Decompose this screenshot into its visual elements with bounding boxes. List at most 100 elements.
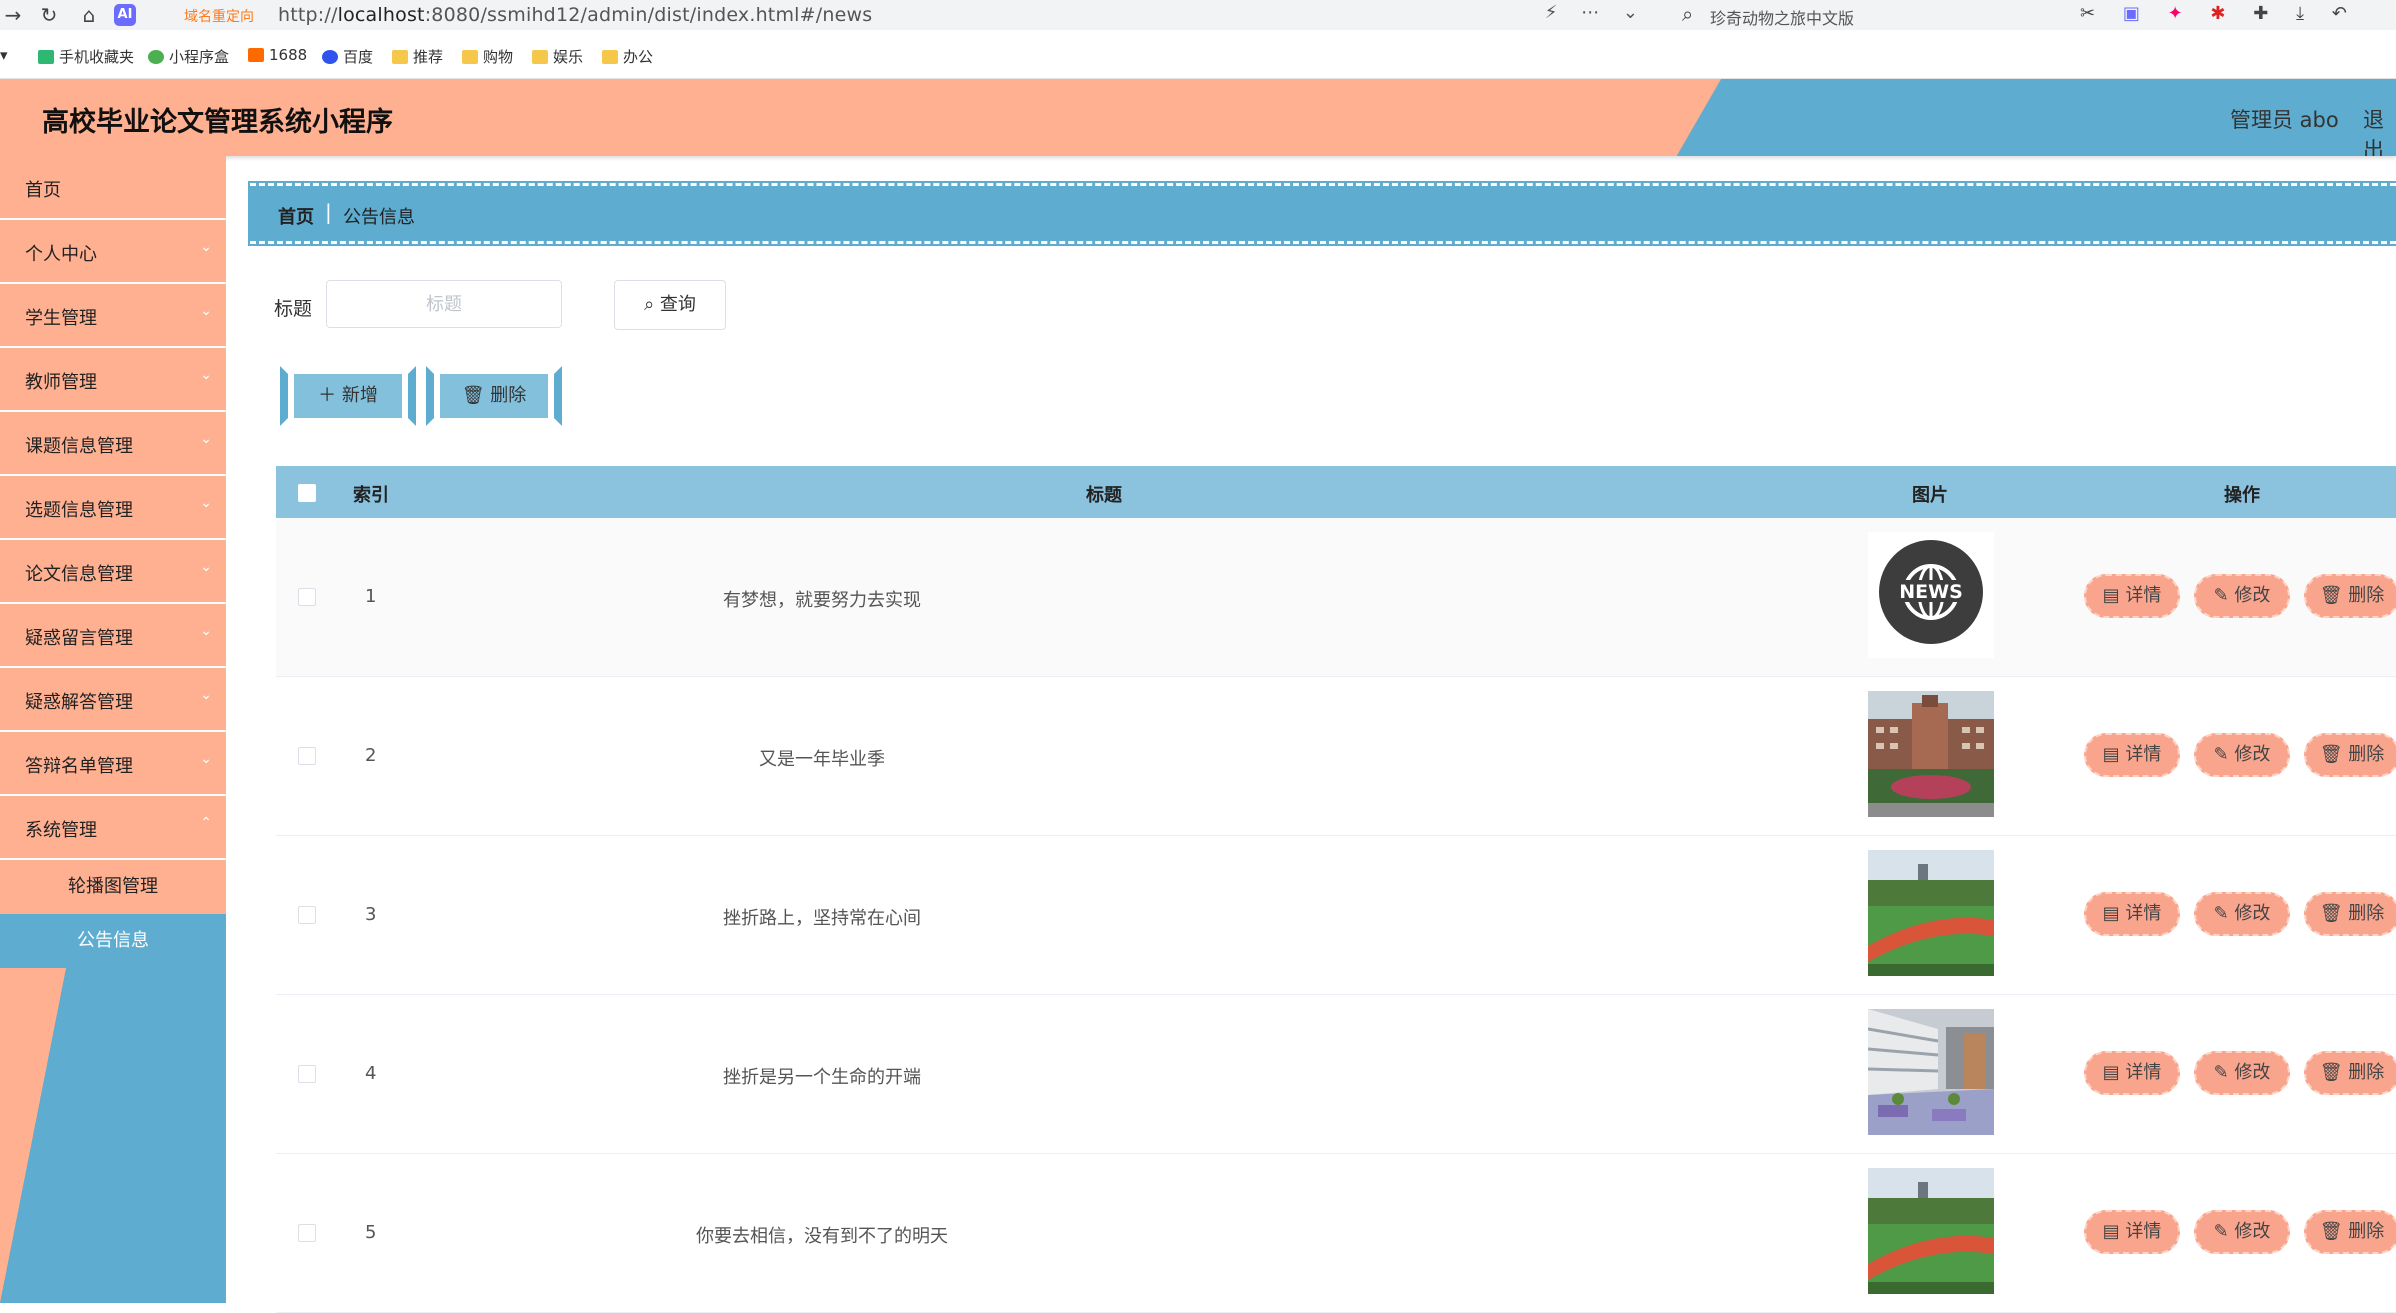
bookmark-baidu[interactable]: 百度 <box>322 46 373 67</box>
header-index: 索引 <box>353 485 389 506</box>
bookmark-folder-office[interactable]: 办公 <box>602 46 653 67</box>
edit-button[interactable]: ✎ 修改 <box>2194 733 2290 777</box>
puzzle-icon[interactable]: ✚ <box>2253 3 2268 24</box>
sidebar-item-system[interactable]: 系统管理 ⌃ <box>0 796 226 860</box>
folder-icon <box>392 50 408 64</box>
sidebar-item-profile[interactable]: 个人中心 ⌄ <box>0 220 226 284</box>
browser-search-box[interactable]: ⌕ 珍奇动物之旅中文版 <box>1672 0 2068 30</box>
more-icon[interactable]: ⋯ <box>1581 2 1599 23</box>
edit-icon: ✎ <box>2213 903 2235 924</box>
bookmark-phone[interactable]: 手机收藏夹 <box>38 46 134 67</box>
delete-button[interactable]: 🗑 删除 <box>2304 574 2396 618</box>
chevron-down-icon: ⌄ <box>200 367 212 383</box>
bookmark-folder-recommend[interactable]: 推荐 <box>392 46 443 67</box>
sidebar-item-topics[interactable]: 课题信息管理 ⌄ <box>0 412 226 476</box>
address-bar[interactable]: 域名重定向 http://localhost:8080/ssmihd12/adm… <box>166 0 1652 30</box>
browser-toolbar: → ↻ ⌂ AI 域名重定向 http://localhost:8080/ssm… <box>0 0 2396 31</box>
title-search-input[interactable] <box>326 280 562 328</box>
table-header: 索引 标题 图片 操作 <box>276 466 2396 518</box>
sports-field-photo <box>1868 1168 1994 1294</box>
detail-button[interactable]: ▤ 详情 <box>2084 733 2180 777</box>
delete-button[interactable]: 🗑 删除 <box>2304 1210 2396 1254</box>
sidebar-subitem-carousel[interactable]: 轮播图管理 <box>0 860 226 914</box>
scissors-icon[interactable]: ✂ <box>2080 3 2095 24</box>
download-icon[interactable]: ⤓ <box>2296 3 2304 24</box>
folder-icon <box>532 50 548 64</box>
bookmark-1688[interactable]: 1688 <box>248 46 307 64</box>
row-title: 挫折是另一个生命的开端 <box>723 1067 921 1088</box>
sidebar-item-students[interactable]: 学生管理 ⌄ <box>0 284 226 348</box>
row-checkbox[interactable] <box>298 1065 316 1083</box>
undo-icon[interactable]: ↶ <box>2332 3 2347 24</box>
campus-courtyard-photo <box>1868 1009 1994 1135</box>
row-checkbox[interactable] <box>298 588 316 606</box>
sidebar-subitem-news[interactable]: 公告信息 <box>0 914 226 968</box>
row-actions: ▤ 详情 ✎ 修改 🗑 删除 <box>2084 574 2396 618</box>
back-icon[interactable]: → <box>0 2 26 28</box>
home-icon[interactable]: ⌂ <box>76 2 102 28</box>
url-text[interactable]: http://localhost:8080/ssmihd12/admin/dis… <box>278 4 872 26</box>
baidu-icon <box>322 50 338 64</box>
ai-icon[interactable]: AI <box>114 4 136 26</box>
breadcrumb-home[interactable]: 首页 <box>278 203 314 229</box>
header-title: 标题 <box>1086 485 1122 506</box>
bookmark-folder-shopping[interactable]: 购物 <box>462 46 513 67</box>
row-index: 1 <box>365 586 377 607</box>
row-index: 2 <box>365 745 377 766</box>
bulk-delete-button[interactable]: 🗑 删除 <box>426 366 562 426</box>
add-button[interactable]: ＋ 新增 <box>280 366 416 426</box>
sidebar-item-home[interactable]: 首页 <box>0 156 226 220</box>
select-all-checkbox[interactable] <box>298 484 316 502</box>
delete-button[interactable]: 🗑 删除 <box>2304 733 2396 777</box>
campus-building-photo <box>1868 691 1994 817</box>
trash-icon: 🗑 <box>2319 903 2349 924</box>
detail-button[interactable]: ▤ 详情 <box>2084 1051 2180 1095</box>
table-row: 1 有梦想，就要努力去实现 NEWS ▤ 详情 ✎ 修改 🗑 删除 <box>276 518 2396 677</box>
row-checkbox[interactable] <box>298 906 316 924</box>
edit-button[interactable]: ✎ 修改 <box>2194 892 2290 936</box>
detail-button[interactable]: ▤ 详情 <box>2084 1210 2180 1254</box>
browser-search-text: 珍奇动物之旅中文版 <box>1710 9 1855 28</box>
row-actions: ▤ 详情 ✎ 修改 🗑 删除 <box>2084 1051 2396 1095</box>
sidebar-item-questions[interactable]: 疑惑留言管理 ⌄ <box>0 604 226 668</box>
delete-button[interactable]: 🗑 删除 <box>2304 1051 2396 1095</box>
detail-button[interactable]: ▤ 详情 <box>2084 574 2180 618</box>
edit-icon: ✎ <box>2213 1062 2235 1083</box>
bookmark-folder-entertainment[interactable]: 娱乐 <box>532 46 583 67</box>
chevron-down-icon: ⌄ <box>200 751 212 767</box>
query-button[interactable]: ⌕ 查询 <box>614 280 726 330</box>
extension-red-icon[interactable]: ✱ <box>2210 3 2225 24</box>
game-icon[interactable]: ✦ <box>2168 3 2183 24</box>
edit-icon: ✎ <box>2213 744 2235 765</box>
edit-button[interactable]: ✎ 修改 <box>2194 1210 2290 1254</box>
chevron-down-icon[interactable]: ⌄ <box>1623 2 1638 23</box>
sidebar-item-defense-list[interactable]: 答辩名单管理 ⌄ <box>0 732 226 796</box>
bookmark-miniapp[interactable]: 小程序盒 <box>148 46 229 67</box>
svg-text:NEWS: NEWS <box>1899 581 1963 603</box>
doc-icon: ▤ <box>2102 585 2126 606</box>
table-row: 3 挫折路上，坚持常在心间 ▤ 详情 ✎ 修改 🗑 删除 <box>276 836 2396 995</box>
bookmarks-bar: ▾ 手机收藏夹 小程序盒 1688 百度 推荐 购物 娱乐 办公 <box>0 30 2396 79</box>
breadcrumb: 首页 | 公告信息 <box>248 181 2396 246</box>
app-header: 高校毕业论文管理系统小程序 管理员 abo 退出 <box>0 79 2396 156</box>
folder-icon <box>462 50 478 64</box>
sidebar-item-teachers[interactable]: 教师管理 ⌄ <box>0 348 226 412</box>
bookmarks-menu-icon[interactable]: ▾ <box>0 46 8 64</box>
bolt-icon[interactable]: ⚡ <box>1545 2 1558 23</box>
sidebar-item-topic-selection[interactable]: 选题信息管理 ⌄ <box>0 476 226 540</box>
sidebar-item-answers[interactable]: 疑惑解答管理 ⌄ <box>0 668 226 732</box>
delete-button[interactable]: 🗑 删除 <box>2304 892 2396 936</box>
phone-icon <box>38 50 54 64</box>
search-icon: ⌕ <box>644 294 660 315</box>
row-index: 5 <box>365 1222 377 1243</box>
sidebar-item-papers[interactable]: 论文信息管理 ⌄ <box>0 540 226 604</box>
search-icon: ⌕ <box>1682 2 1694 26</box>
logout-link[interactable]: 退出 <box>2363 104 2396 156</box>
translate-icon[interactable]: ▣ <box>2123 3 2140 24</box>
row-checkbox[interactable] <box>298 747 316 765</box>
detail-button[interactable]: ▤ 详情 <box>2084 892 2180 936</box>
row-checkbox[interactable] <box>298 1224 316 1242</box>
edit-button[interactable]: ✎ 修改 <box>2194 574 2290 618</box>
reload-icon[interactable]: ↻ <box>36 2 62 28</box>
edit-button[interactable]: ✎ 修改 <box>2194 1051 2290 1095</box>
